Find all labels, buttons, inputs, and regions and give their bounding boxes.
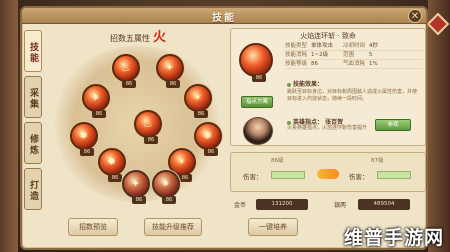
visit-button[interactable]: 参观 — [375, 119, 411, 131]
skill-level: 86 — [194, 110, 208, 118]
next-level-label: 87级 — [371, 158, 384, 164]
tab-gather[interactable]: 采集 — [24, 76, 42, 118]
skill-detail-panel: 火焰连环斩 · 致命 86 技能类型 单体攻击 冷却时间 4秒 技能消耗 1~2级 范围 5… — [230, 28, 426, 146]
skill-icon[interactable]: ✺ 86 — [194, 122, 222, 156]
watermark-text: 维普手游网 — [343, 227, 444, 249]
skill-level: 86 — [108, 174, 122, 182]
skill-level: 86 — [132, 196, 146, 204]
one-click-train-button[interactable]: 一键培养 — [248, 218, 298, 236]
stat-row: 技能消耗 1~2级 范围 5 — [285, 51, 423, 60]
bullet-icon — [287, 82, 291, 87]
skill-icon[interactable]: ✶ 86 — [184, 84, 212, 118]
skill-icon[interactable]: ✦ 86 — [156, 54, 184, 88]
hero-portrait[interactable] — [243, 117, 273, 145]
skill-level: 86 — [122, 80, 136, 88]
guide-plan-button[interactable]: 指点方案 — [241, 96, 273, 108]
background-right-scenery — [428, 0, 450, 252]
tab-skills[interactable]: 技能 — [24, 30, 42, 72]
current-level-label: 86级 — [271, 158, 284, 164]
currency-label-silver: 银两 — [334, 202, 347, 209]
element-value: 火 — [152, 30, 166, 45]
damage-compare-panel: 86级 87级 伤害： 伤害： — [230, 152, 426, 192]
bullet-icon — [287, 120, 291, 125]
tab-forge[interactable]: 打造 — [24, 168, 42, 210]
tab-cultivate[interactable]: 修炼 — [24, 122, 42, 164]
element-header: 招数五属性火 — [88, 30, 188, 46]
currency-bar: 金币 131200 银两 489504 — [230, 198, 426, 212]
skill-wheel: ♨ 86 ✦ 86 ✷ 86 ✶ 86 ♨ 86 ✹ 86 ✺ 86 ✸ 86 ✴ 86 ✦ 86 … — [52, 46, 222, 204]
skill-icon[interactable]: ♨ 86 — [134, 110, 162, 144]
element-label: 招数五属性 — [109, 34, 150, 43]
selected-skill-level: 86 — [252, 74, 266, 82]
close-icon[interactable]: ✕ — [408, 9, 422, 23]
side-tabs: 技能 采集 修炼 打造 — [24, 30, 42, 214]
skill-stats: 技能类型 单体攻击 冷却时间 4秒 技能消耗 1~2级 范围 5 技能等级 86 气血消耗 1% — [285, 42, 423, 69]
skill-level: 86 — [162, 196, 176, 204]
hero-description: 火系英雄指点，火焰连环斩伤害提升 — [287, 125, 368, 131]
currency-label-gold: 金币 — [234, 202, 247, 209]
title-bar: 技能 ✕ — [22, 8, 426, 24]
arrow-right-icon — [317, 169, 339, 179]
skill-level: 86 — [92, 110, 106, 118]
selected-skill-icon: 86 — [239, 43, 273, 82]
next-damage-bar — [377, 171, 411, 179]
window-title: 技能 — [212, 13, 236, 24]
current-damage-label: 伤害： — [243, 173, 263, 181]
skill-icon[interactable]: ✷ 86 — [82, 84, 110, 118]
skill-icon[interactable]: ✸ 86 — [98, 148, 126, 182]
skill-window: 技能 ✕ 技能 采集 修炼 打造 招数五属性火 ♨ 86 ✦ 86 ✷ 86 ✶ 86 … — [20, 6, 428, 250]
skill-icon[interactable]: ✷ 86 — [152, 170, 180, 204]
skill-wheel-panel: 招数五属性火 ♨ 86 ✦ 86 ✷ 86 ✶ 86 ♨ 86 ✹ 86 ✺ 86 ✸ 86 ✴… — [46, 28, 228, 204]
skill-icon[interactable]: ✦ 86 — [122, 170, 150, 204]
skill-title: 火焰连环斩 · 致命 — [300, 32, 356, 40]
effect-description: 跳跃至目标身边，对目标和周围敌人造成火属性伤害，并使目标进入灼烧状态，持续一段时… — [287, 89, 418, 102]
skill-level: 86 — [144, 136, 158, 144]
skill-icon[interactable]: ♨ 86 — [112, 54, 140, 88]
gold-amount: 131200 — [256, 199, 308, 210]
skill-level: 86 — [80, 148, 94, 156]
skill-level: 86 — [166, 80, 180, 88]
preview-button[interactable]: 招数预览 — [68, 218, 118, 236]
stat-row: 技能类型 单体攻击 冷却时间 4秒 — [285, 42, 423, 51]
silver-amount: 489504 — [358, 199, 410, 210]
skill-level: 86 — [204, 148, 218, 156]
stat-row: 技能等级 86 气血消耗 1% — [285, 60, 423, 69]
current-damage-bar — [271, 171, 305, 179]
skill-icon[interactable]: ✹ 86 — [70, 122, 98, 156]
upgrade-recommend-button[interactable]: 技能升级推荐 — [144, 218, 202, 236]
skill-level: 86 — [178, 174, 192, 182]
next-damage-label: 伤害： — [349, 173, 369, 181]
game-screen: 技能 ✕ 技能 采集 修炼 打造 招数五属性火 ♨ 86 ✦ 86 ✷ 86 ✶ 86 … — [0, 0, 450, 252]
effect-label: 技能效果： — [287, 79, 323, 88]
background-left-scenery — [0, 0, 18, 252]
